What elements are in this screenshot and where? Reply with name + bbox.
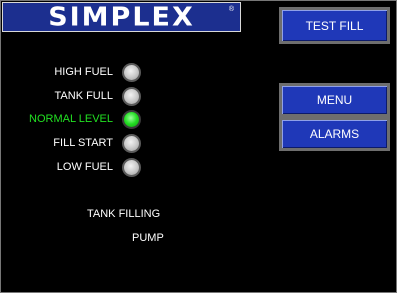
level-row-normal-level: NORMAL LEVEL bbox=[1, 110, 151, 130]
level-row-high-fuel: HIGH FUEL bbox=[1, 63, 151, 83]
normal-level-indicator-icon bbox=[122, 110, 141, 129]
level-row-tank-full: TANK FULL bbox=[1, 87, 151, 107]
registered-mark: ® bbox=[228, 6, 234, 13]
low-fuel-label: LOW FUEL bbox=[56, 161, 113, 173]
level-row-low-fuel: LOW FUEL bbox=[1, 158, 151, 178]
fill-start-indicator-icon bbox=[122, 134, 141, 153]
simplex-logo: SIMPLEX ® bbox=[2, 2, 241, 32]
menu-button[interactable]: MENU bbox=[279, 83, 390, 117]
tank-full-indicator-icon bbox=[122, 87, 141, 106]
logo-text: SIMPLEX bbox=[48, 2, 195, 32]
alarms-button[interactable]: ALARMS bbox=[279, 117, 390, 151]
level-row-fill-start: FILL START bbox=[1, 134, 151, 154]
fill-start-label: FILL START bbox=[53, 137, 113, 149]
tank-filling-status: TANK FILLING bbox=[87, 208, 161, 220]
pump-status: PUMP bbox=[132, 232, 164, 244]
low-fuel-indicator-icon bbox=[122, 158, 141, 177]
normal-level-label: NORMAL LEVEL bbox=[29, 113, 113, 125]
hmi-screen: SIMPLEX ® TEST FILL MENU ALARMS HIGH FUE… bbox=[0, 0, 397, 293]
high-fuel-indicator-icon bbox=[122, 63, 141, 82]
test-fill-button[interactable]: TEST FILL bbox=[279, 7, 390, 44]
tank-full-label: TANK FULL bbox=[54, 90, 113, 102]
high-fuel-label: HIGH FUEL bbox=[54, 66, 113, 78]
